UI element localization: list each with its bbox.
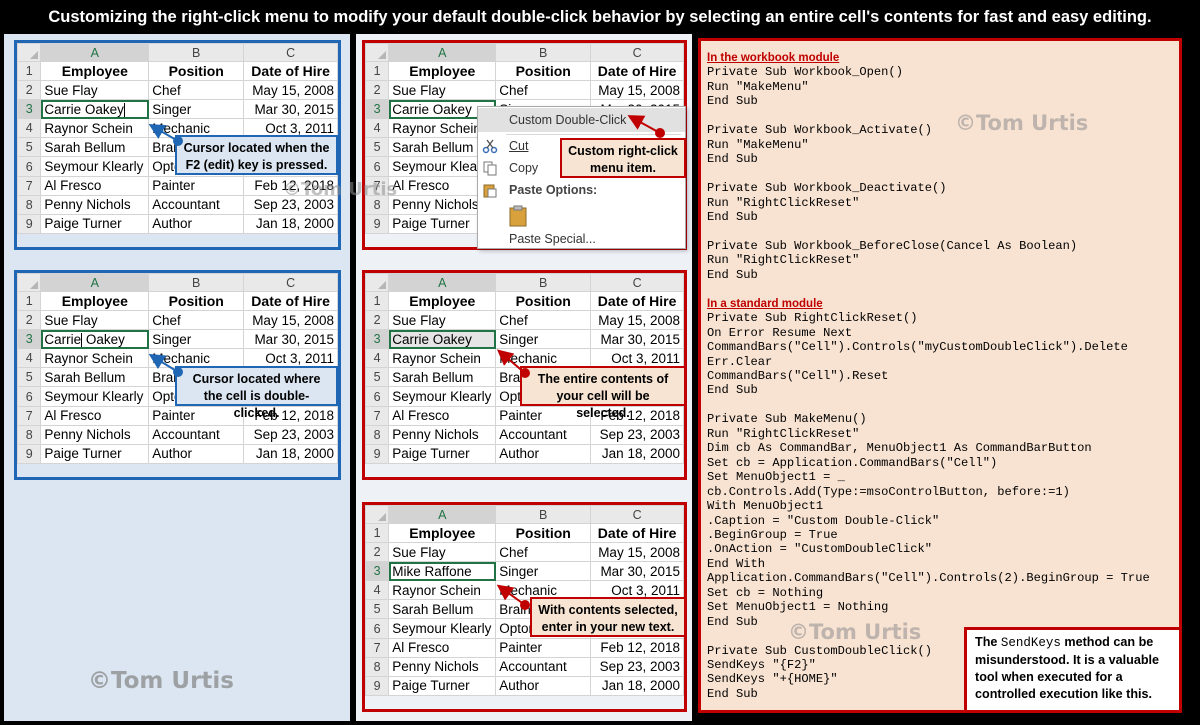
- arrow-f2: [148, 124, 183, 146]
- section-heading-standard: In a standard module: [707, 297, 823, 310]
- watermark: ©Tom Urtis: [88, 668, 234, 694]
- vba-code-panel: In the workbook module Private Sub Workb…: [698, 38, 1182, 713]
- arrow-newtext: [496, 584, 530, 610]
- sendkeys-note: The SendKeys method can be misunderstood…: [964, 627, 1182, 713]
- section-heading-workbook: In the workbook module: [707, 52, 840, 64]
- code-block-workbook: Private Sub Workbook_Open() Run "MakeMen…: [707, 65, 1078, 282]
- watermark: ©Tom Urtis: [955, 111, 1089, 135]
- arrow-selected: [496, 349, 530, 378]
- arrow-menu: [627, 115, 665, 138]
- watermark: ©Tom Urtis: [788, 620, 922, 644]
- watermark: ©Tom Urtis: [283, 179, 398, 200]
- arrow-doubleclick: [148, 353, 183, 377]
